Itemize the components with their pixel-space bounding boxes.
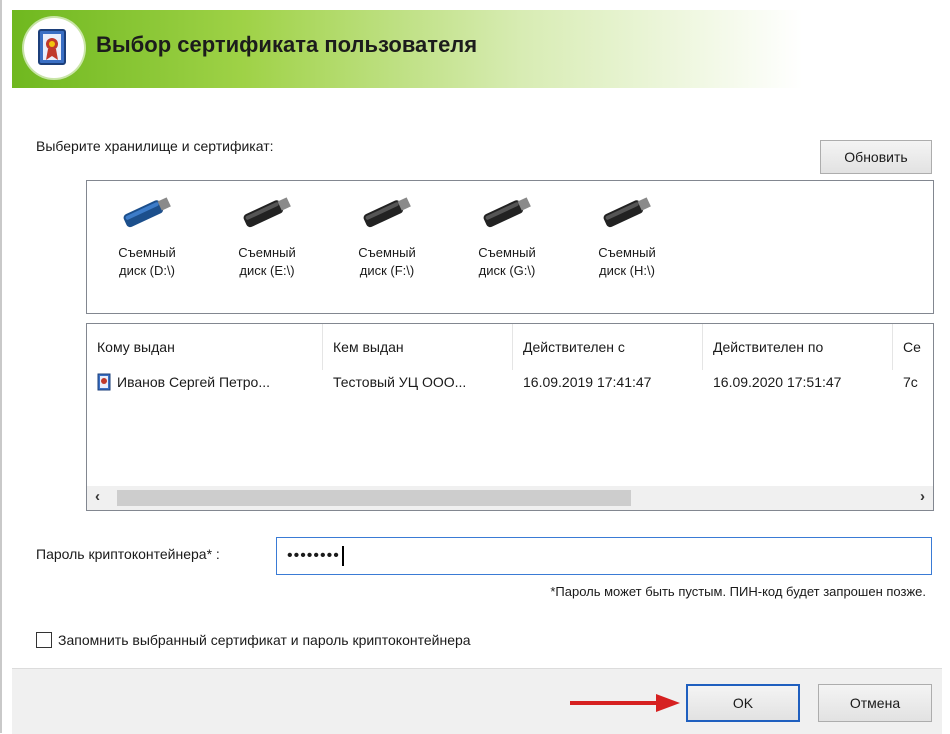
red-arrow-icon [570, 694, 680, 712]
column-header-issued-to[interactable]: Кому выдан [87, 324, 323, 370]
store-label: Выберите хранилище и сертификат: [36, 138, 274, 154]
column-header-valid-to[interactable]: Действителен по [703, 324, 893, 370]
remember-option[interactable]: Запомнить выбранный сертификат и пароль … [36, 632, 471, 648]
drive-label-line2: диск (F:\) [359, 263, 415, 278]
cell-serial: 7c [903, 374, 918, 390]
password-hint: *Пароль может быть пустым. ПИН-код будет… [550, 584, 926, 599]
column-header-issued-by[interactable]: Кем выдан [323, 324, 513, 370]
drive-label-line2: диск (H:\) [599, 263, 655, 278]
drive-item-h[interactable]: Съемный диск (H:\) [577, 193, 677, 280]
drive-label-line2: диск (D:\) [119, 263, 175, 278]
usb-drive-icon [363, 197, 411, 228]
certificate-icon [97, 373, 111, 391]
drive-label-line1: Съемный [358, 245, 416, 260]
dialog-title: Выбор сертификата пользователя [96, 32, 478, 57]
text-caret [341, 546, 344, 566]
drive-item-g[interactable]: Съемный диск (G:\) [457, 193, 557, 280]
drive-item-f[interactable]: Съемный диск (F:\) [337, 193, 437, 280]
certificate-table: Кому выдан Кем выдан Действителен с Дейс… [86, 323, 934, 511]
scroll-right-icon[interactable]: › [920, 488, 925, 505]
horizontal-scrollbar[interactable]: ‹ › [87, 486, 933, 510]
column-header-serial[interactable]: Се [893, 324, 933, 370]
scroll-left-icon[interactable]: ‹ [95, 488, 100, 505]
cell-valid-to: 16.09.2020 17:51:47 [713, 374, 842, 390]
drive-item-e[interactable]: Съемный диск (E:\) [217, 193, 317, 280]
drive-item-d[interactable]: Съемный диск (D:\) [97, 193, 197, 280]
password-label: Пароль криптоконтейнера* : [36, 546, 220, 562]
issued-to-text: Иванов Сергей Петро... [117, 374, 270, 390]
usb-drive-icon [483, 197, 531, 228]
usb-drive-icon [603, 197, 651, 228]
drive-label-line2: диск (G:\) [478, 263, 536, 278]
certificate-dialog: Выбор сертификата пользователя Выберите … [0, 0, 950, 734]
usb-drive-icon [243, 197, 291, 228]
dialog-header: Выбор сертификата пользователя [12, 10, 942, 88]
scrollbar-thumb[interactable] [117, 490, 631, 506]
cancel-button[interactable]: Отмена [818, 684, 932, 722]
remember-checkbox[interactable] [36, 632, 52, 648]
drive-label-line1: Съемный [118, 245, 176, 260]
password-value: •••••••• [287, 547, 340, 564]
drive-label-line2: диск (E:\) [239, 263, 295, 278]
drive-label-line1: Съемный [598, 245, 656, 260]
refresh-button[interactable]: Обновить [820, 140, 932, 174]
usb-drive-icon [123, 197, 171, 228]
column-header-valid-from[interactable]: Действителен с [513, 324, 703, 370]
ok-button[interactable]: OK [686, 684, 800, 722]
certificate-logo-icon [24, 18, 84, 78]
drive-label-line1: Съемный [238, 245, 296, 260]
dialog-footer [12, 668, 942, 734]
table-row[interactable]: Иванов Сергей Петро... Тестовый УЦ ООО..… [87, 370, 933, 394]
cell-valid-from: 16.09.2019 17:41:47 [523, 374, 652, 390]
cell-issued-to: Иванов Сергей Петро... [87, 370, 323, 394]
drive-list: Съемный диск (D:\) Съемный диск (E:\) Съем… [86, 180, 934, 314]
table-header: Кому выдан Кем выдан Действителен с Дейс… [87, 324, 933, 370]
cell-issued-by: Тестовый УЦ ООО... [333, 374, 467, 390]
drive-label-line1: Съемный [478, 245, 536, 260]
remember-label: Запомнить выбранный сертификат и пароль … [58, 632, 471, 648]
password-input[interactable]: •••••••• [276, 537, 932, 575]
